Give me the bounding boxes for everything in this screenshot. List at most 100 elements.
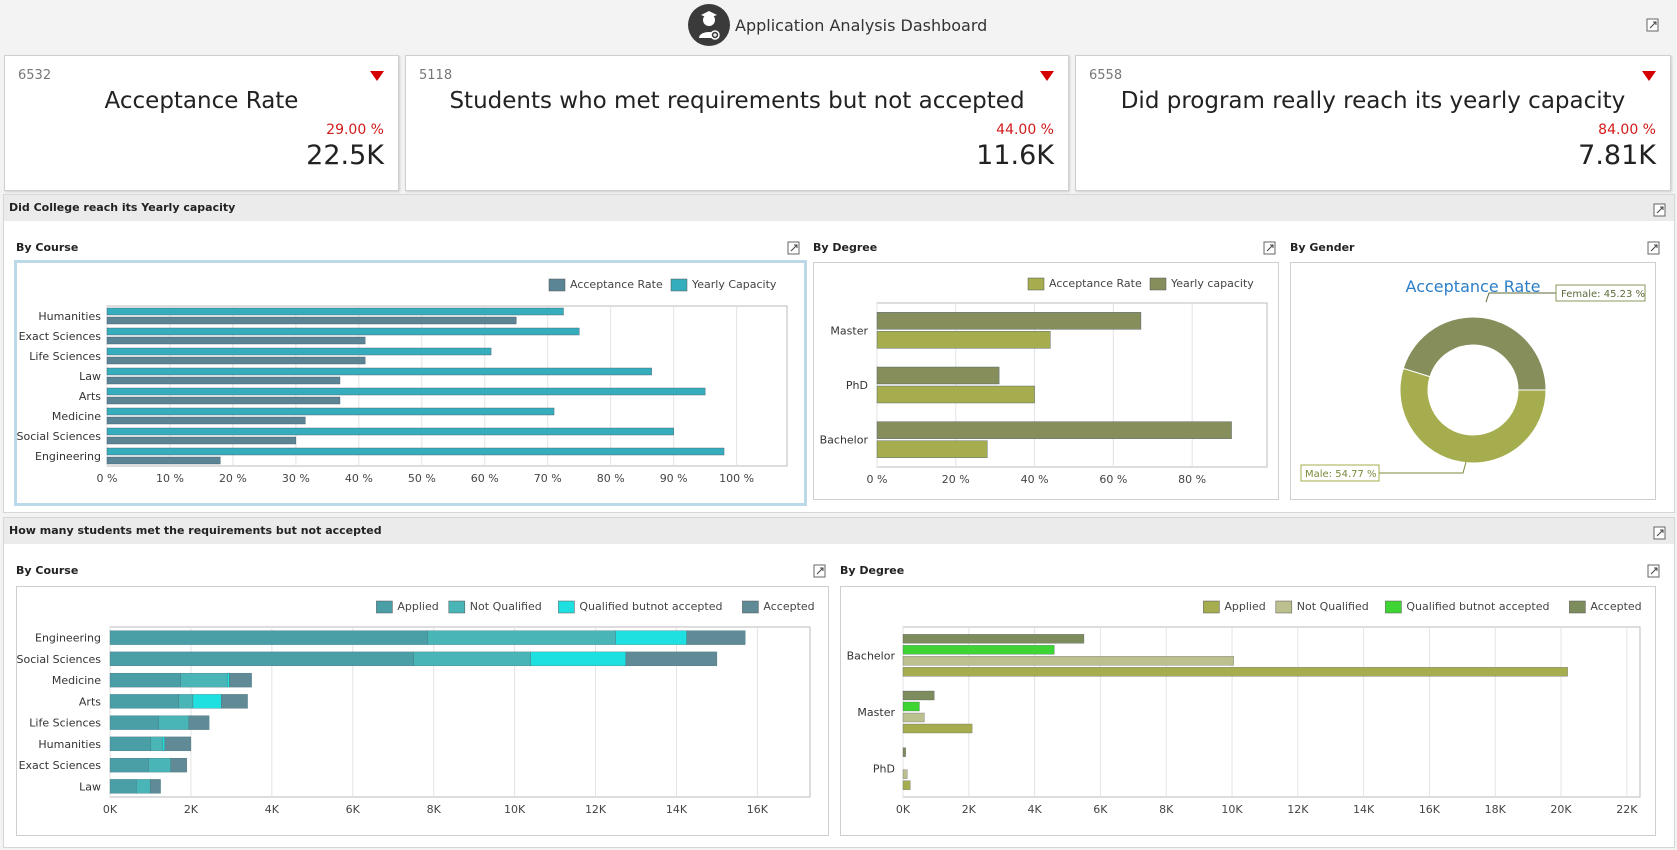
export-chart-icon[interactable]	[1263, 240, 1277, 255]
x-tick-label: 18K	[1485, 803, 1507, 816]
card-target-value: 6532	[18, 68, 52, 83]
legend-swatch	[558, 600, 575, 614]
export-chart-icon[interactable]	[813, 563, 827, 578]
bar	[106, 387, 706, 396]
bar	[876, 312, 1142, 330]
x-tick-label: 20 %	[942, 473, 970, 486]
chart-course-capacity[interactable]: Yearly Capacity Acceptance Rate 0 % 10 % 20 …	[14, 260, 807, 506]
x-tick-label: 6K	[346, 803, 361, 816]
bar	[902, 667, 1568, 677]
bar	[106, 407, 555, 416]
slice-label: Male: 54.77 %	[1305, 469, 1377, 480]
stacked-bar-segment	[170, 757, 188, 773]
stacked-bar-segment	[180, 672, 228, 688]
down-arrow-icon	[1040, 71, 1054, 81]
chart-title: By Gender	[1290, 241, 1355, 254]
stacked-bar-segment	[109, 630, 428, 645]
x-tick-label: 60 %	[1099, 473, 1127, 486]
legend-swatch	[1203, 600, 1220, 614]
x-tick-label: 0K	[103, 803, 118, 816]
bar	[902, 634, 1085, 644]
bar	[106, 316, 517, 325]
chart-degree-capacity[interactable]: Yearly capacity Acceptance Rate 0 % 20 % 40 …	[813, 262, 1279, 500]
export-chart-icon[interactable]	[1647, 240, 1661, 255]
card-delta: 29.00 %	[326, 122, 384, 138]
legend-swatch	[1275, 600, 1293, 614]
y-category-label: Life Sciences	[29, 717, 101, 730]
export-group-icon[interactable]	[1653, 202, 1667, 217]
legend-label: Accepted	[763, 600, 814, 613]
stacked-bar-segment	[188, 715, 210, 730]
x-tick-label: 0K	[896, 803, 911, 816]
x-tick-label: 16K	[1419, 803, 1441, 816]
bar	[902, 701, 920, 712]
x-tick-label: 20K	[1550, 803, 1572, 816]
x-tick-label: 30 %	[282, 472, 310, 485]
bar	[902, 645, 1055, 655]
bar	[902, 712, 925, 723]
y-category-label: Master	[857, 706, 895, 719]
bar	[902, 656, 1234, 666]
y-category-label: Medicine	[52, 674, 101, 687]
card-met-requirements[interactable]: 5118 Students who met requirements but n…	[405, 55, 1069, 191]
chart-degree-requirements[interactable]: Accepted Qualified butnot accepted Not Qua…	[840, 586, 1656, 836]
group-header: How many students met the requirements b…	[4, 518, 1674, 544]
bar	[106, 376, 341, 385]
export-dashboard-icon[interactable]	[1646, 17, 1660, 32]
group-header: Did College reach its Yearly capacity	[4, 195, 1674, 221]
legend-swatch	[448, 600, 466, 614]
x-tick-label: 10K	[1221, 803, 1243, 816]
legend-label: Applied	[397, 600, 438, 613]
legend-label: Yearly capacity	[1170, 277, 1254, 290]
x-tick-label: 12K	[1287, 803, 1309, 816]
stacked-bar-segment	[109, 736, 151, 752]
legend-swatch	[670, 278, 688, 292]
x-tick-label: 50 %	[408, 472, 436, 485]
legend-swatch	[548, 278, 566, 292]
stacked-bar-segment	[109, 672, 181, 688]
bar	[106, 336, 366, 345]
card-target-value: 6558	[1089, 68, 1123, 83]
bar	[876, 331, 1051, 349]
bar	[106, 427, 674, 436]
x-tick-label: 80 %	[1178, 473, 1206, 486]
x-tick-label: 40 %	[345, 472, 373, 485]
bar	[106, 416, 306, 425]
card-acceptance-rate[interactable]: 6532 Acceptance Rate 29.00 % 22.5K	[4, 55, 399, 191]
x-tick-label: 2K	[962, 803, 977, 816]
student-avatar-icon	[688, 4, 730, 46]
bar	[106, 456, 221, 465]
x-tick-label: 60 %	[471, 472, 499, 485]
stacked-bar-segment	[615, 630, 687, 645]
y-category-label: Bachelor	[847, 649, 896, 662]
x-tick-label: 4K	[1027, 803, 1042, 816]
export-group-icon[interactable]	[1653, 525, 1667, 540]
export-chart-icon[interactable]	[787, 240, 801, 255]
group-title: Did College reach its Yearly capacity	[9, 201, 236, 214]
card-delta: 84.00 %	[1598, 122, 1656, 138]
legend-label: Acceptance Rate	[570, 278, 663, 291]
y-category-label: Engineering	[35, 632, 101, 645]
bar	[106, 436, 297, 445]
bar	[106, 367, 652, 376]
bar	[106, 347, 492, 356]
y-category-label: PhD	[873, 763, 895, 776]
bar	[106, 307, 564, 316]
y-category-label: Humanities	[38, 310, 101, 323]
down-arrow-icon	[1642, 71, 1656, 81]
legend-swatch	[1385, 600, 1402, 614]
y-category-label: Exact Sciences	[19, 330, 102, 343]
stacked-bar-segment	[227, 672, 230, 688]
bar	[902, 723, 973, 734]
stacked-bar-segment	[109, 757, 149, 773]
x-tick-label: 12K	[585, 803, 607, 816]
stacked-bar-segment	[686, 630, 746, 645]
card-yearly-capacity[interactable]: 6558 Did program really reach its yearly…	[1075, 55, 1671, 191]
y-category-label: PhD	[846, 379, 868, 392]
x-tick-label: 70 %	[534, 472, 562, 485]
bar	[902, 780, 911, 790]
chart-course-requirements[interactable]: Accepted Qualified butnot accepted Not Qua…	[16, 586, 829, 836]
bar	[876, 366, 1000, 385]
export-chart-icon[interactable]	[1647, 563, 1661, 578]
chart-gender-acceptance[interactable]: Acceptance Rate Female: 45.23 % Male: 54.7…	[1290, 262, 1656, 500]
